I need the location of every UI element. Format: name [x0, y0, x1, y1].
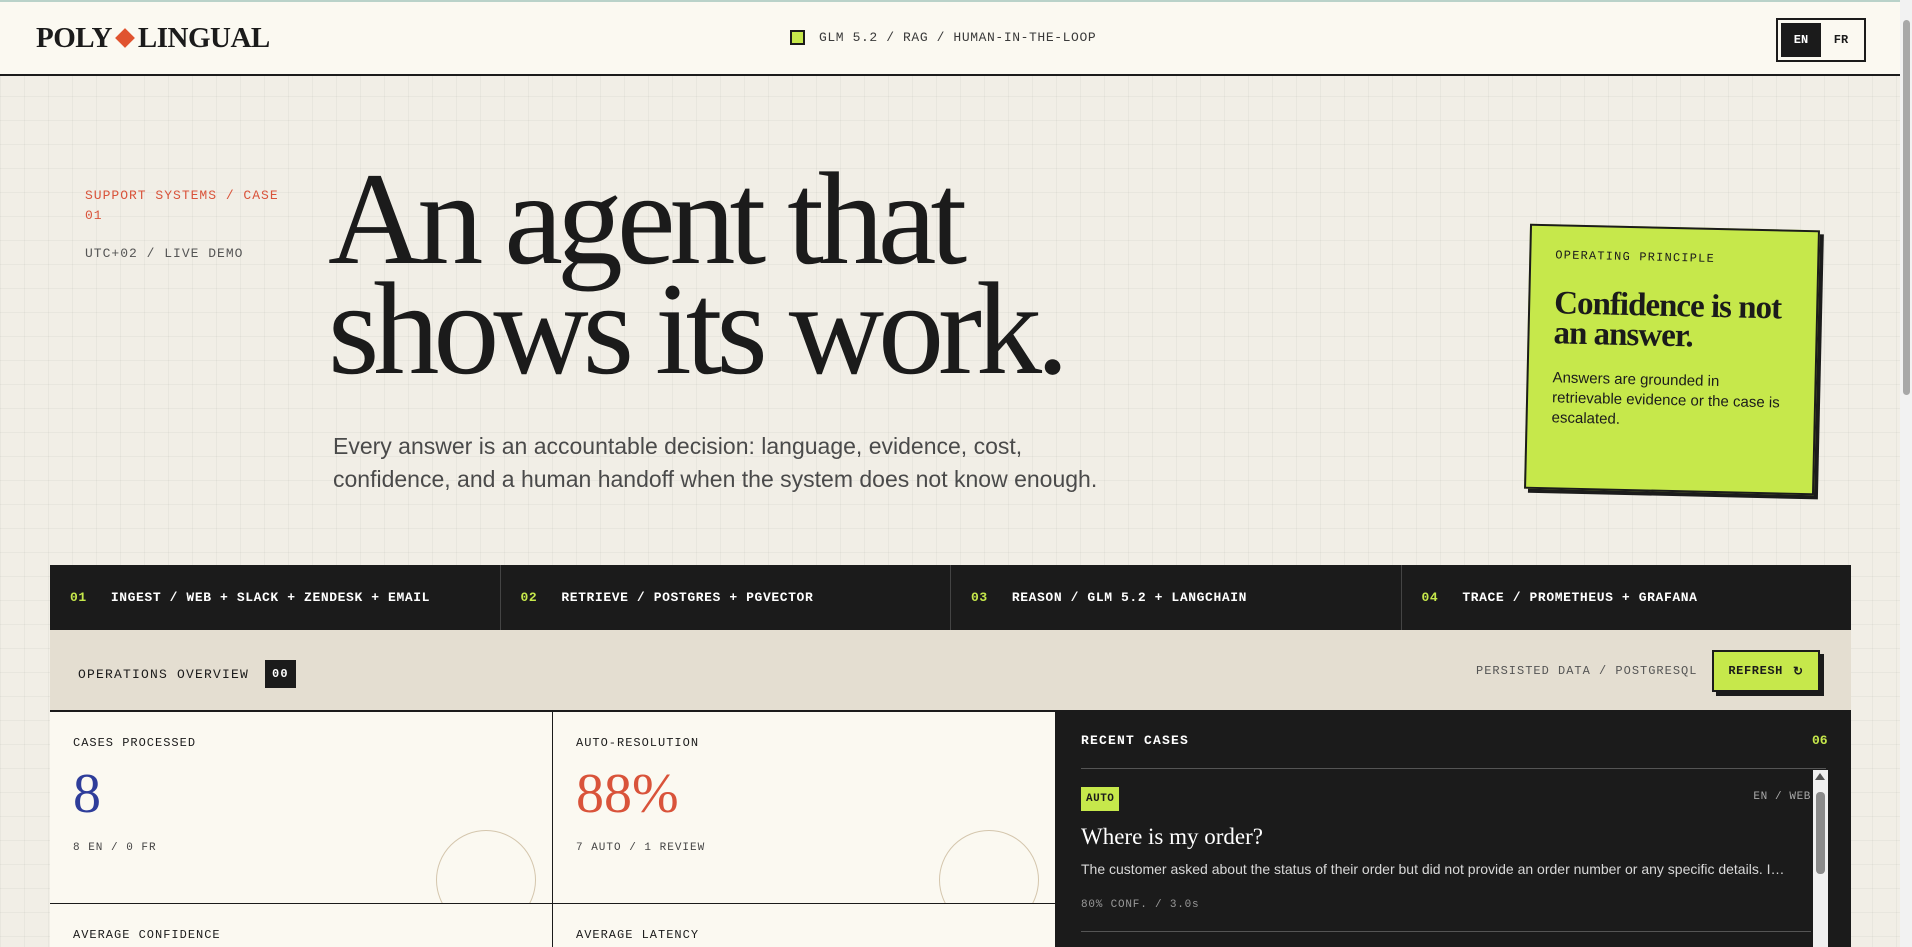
hero-kicker: SUPPORT SYSTEMS / CASE 01 — [85, 188, 279, 223]
divider — [1081, 931, 1811, 932]
step-number: 01 — [70, 590, 87, 605]
metric-label: AUTO-RESOLUTION — [576, 736, 700, 750]
logo-right: LINGUAL — [137, 22, 270, 54]
metric-sub: 7 AUTO / 1 REVIEW — [576, 842, 706, 854]
recent-cases-panel: RECENT CASES 06 AUTO EN / WEB Where is m… — [1056, 712, 1851, 947]
decorative-ring-icon — [436, 830, 536, 903]
step-number: 04 — [1421, 590, 1439, 605]
pipeline-bar: 01 INGEST / WEB + SLACK + ZENDESK + EMAI… — [50, 565, 1851, 630]
page-scrollbar-thumb[interactable] — [1903, 20, 1910, 395]
persisted-data-label: PERSISTED DATA / POSTGRESQL — [1476, 664, 1698, 678]
metric-value: 8 — [73, 763, 101, 825]
hero-lede: Every answer is an accountable decision:… — [333, 433, 1098, 492]
operations-count-badge: 00 — [265, 660, 296, 688]
step-label: INGEST / WEB + SLACK + ZENDESK + EMAIL — [110, 590, 431, 605]
metric-average-confidence: AVERAGE CONFIDENCE — [50, 904, 553, 947]
refresh-icon: ↻ — [1792, 664, 1804, 679]
refresh-button[interactable]: REFRESH ↻ — [1712, 650, 1820, 692]
scrollbar-thumb[interactable] — [1816, 792, 1825, 874]
metric-label: AVERAGE CONFIDENCE — [73, 928, 221, 942]
operations-bar: OPERATIONS OVERVIEW 00 PERSISTED DATA / … — [50, 630, 1851, 712]
principle-card: OPERATING PRINCIPLE Confidence is not an… — [1524, 223, 1820, 496]
refresh-label: REFRESH — [1728, 664, 1783, 678]
scroll-up-icon[interactable] — [1815, 773, 1825, 780]
metric-auto-resolution: AUTO-RESOLUTION 88% 7 AUTO / 1 REVIEW — [553, 712, 1056, 904]
step-number: 03 — [971, 590, 988, 605]
pipeline-step-trace: 04 TRACE / PROMETHEUS + GRAFANA — [1402, 565, 1852, 630]
decorative-ring-icon — [939, 830, 1039, 903]
step-label: REASON / GLM 5.2 + LANGCHAIN — [1011, 590, 1248, 605]
principle-title: Confidence is not an answer. — [1553, 285, 1782, 355]
step-number: 02 — [520, 590, 538, 605]
logo[interactable]: POLY LINGUAL — [36, 22, 270, 55]
status-square-icon — [790, 30, 805, 45]
step-label: TRACE / PROMETHEUS + GRAFANA — [1462, 590, 1698, 605]
recent-cases-title: RECENT CASES — [1081, 733, 1190, 748]
recent-cases-count: 06 — [1812, 733, 1828, 748]
principle-label: OPERATING PRINCIPLE — [1555, 248, 1716, 266]
case-description: The customer asked about the status of t… — [1081, 861, 1785, 877]
lang-en-button[interactable]: EN — [1781, 23, 1821, 57]
recent-cases-scrollbar[interactable] — [1813, 770, 1828, 947]
metric-value: 88% — [576, 763, 679, 825]
language-switch: EN FR — [1776, 18, 1866, 62]
hero-timezone: UTC+02 / LIVE DEMO — [85, 246, 244, 261]
metric-label: CASES PROCESSED — [73, 736, 197, 750]
logo-left: POLY — [36, 22, 112, 54]
principle-body: Answers are grounded in retrievable evid… — [1551, 369, 1780, 428]
case-item[interactable]: AUTO EN / WEB Where is my order? The cus… — [1081, 769, 1811, 947]
metric-cases-processed: CASES PROCESSED 8 8 EN / 0 FR — [50, 712, 553, 904]
case-channel: EN / WEB — [1753, 791, 1811, 803]
lang-fr-button[interactable]: FR — [1821, 23, 1861, 57]
pipeline-step-reason: 03 REASON / GLM 5.2 + LANGCHAIN — [951, 565, 1402, 630]
metric-sub: 8 EN / 0 FR — [73, 842, 157, 854]
logo-diamond-icon — [115, 27, 135, 48]
stack-label: GLM 5.2 / RAG / HUMAN-IN-THE-LOOP — [790, 30, 1096, 45]
operations-title-text: OPERATIONS OVERVIEW — [78, 666, 250, 682]
pipeline-step-ingest: 01 INGEST / WEB + SLACK + ZENDESK + EMAI… — [50, 565, 501, 630]
top-bar: POLY LINGUAL GLM 5.2 / RAG / HUMAN-IN-TH… — [0, 0, 1900, 76]
metric-average-latency: AVERAGE LATENCY — [553, 904, 1056, 947]
case-title: Where is my order? — [1081, 824, 1264, 849]
hero-headline: An agent that shows its work. — [328, 153, 1228, 395]
pipeline-step-retrieve: 02 RETRIEVE / POSTGRES + PGVECTOR — [501, 565, 951, 630]
stack-text: GLM 5.2 / RAG / HUMAN-IN-THE-LOOP — [819, 30, 1097, 45]
page-scrollbar[interactable] — [1900, 0, 1912, 947]
step-label: RETRIEVE / POSTGRES + PGVECTOR — [561, 590, 814, 605]
metric-label: AVERAGE LATENCY — [576, 928, 700, 942]
operations-title: OPERATIONS OVERVIEW 00 — [78, 660, 296, 688]
case-status-badge: AUTO — [1081, 787, 1120, 811]
case-meta: 80% CONF. / 3.0s — [1081, 899, 1200, 911]
headline-line-2: shows its work. — [328, 255, 1069, 402]
